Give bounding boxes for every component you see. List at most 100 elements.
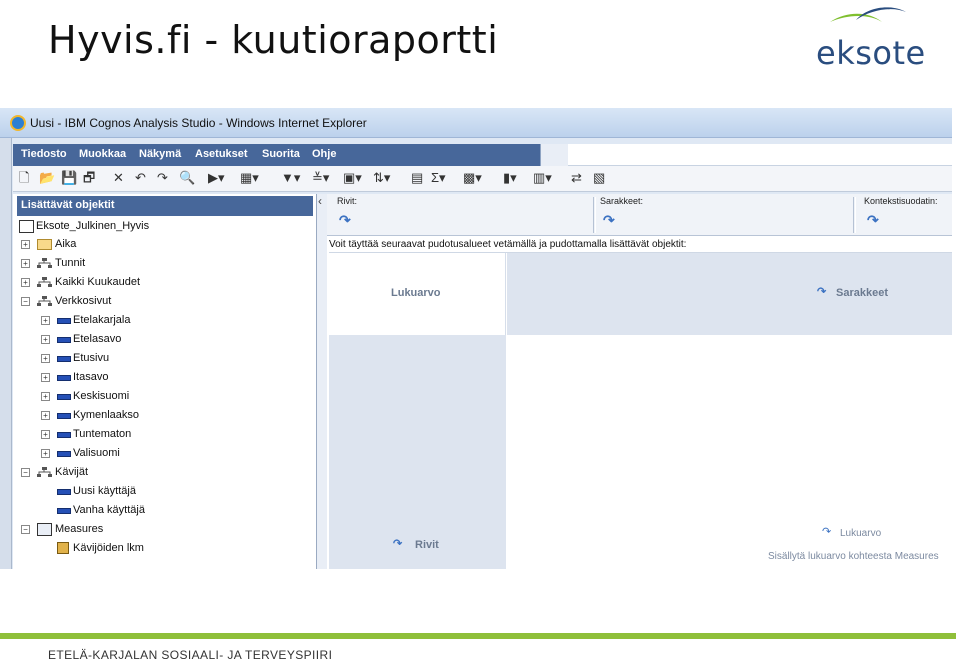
menu-ohje[interactable]: Ohje [312,148,336,160]
measure-drop-arrow-icon: ↷ [822,526,832,538]
level-icon [57,432,71,438]
expand-icon[interactable]: + [41,335,50,344]
footer-text: ETELÄ-KARJALAN SOSIAALI- JA TERVEYSPIIRI [48,648,333,660]
tree-label: Verkkosivut [55,295,112,307]
browser-window: Uusi - IBM Cognos Analysis Studio - Wind… [0,108,952,569]
sort-icon[interactable]: ⇅▾ [373,170,390,186]
open-folder-icon[interactable]: 📂 [39,170,55,186]
run-icon[interactable]: ▶▾ [208,170,225,186]
crosstab-body[interactable]: ↷ Lukuarvo Sisällytä lukuarvo kohteesta … [507,335,952,569]
menu-bar: Tiedosto Muokkaa Näkymä Asetukset Suorit… [13,144,540,166]
save-as-icon[interactable]: 🗗 [83,170,95,186]
tree-label: Vanha käyttäjä [73,504,145,516]
expand-icon[interactable]: + [41,354,50,363]
tree-label: Tuntematon [73,428,132,440]
bar-chart-icon[interactable]: ▥▾ [533,170,552,186]
folder-icon [37,239,52,250]
measure-drop-label: Lukuarvo [840,528,882,539]
undo-icon[interactable]: ↶ [135,170,146,186]
menu-suorita[interactable]: Suorita [262,148,300,160]
dropzone-separator [593,197,596,233]
expand-icon[interactable]: + [41,373,50,382]
expand-icon[interactable]: + [41,392,50,401]
work-area: Rivit: ↷ Sarakkeet: ↷ Kontekstisuodatin:… [327,194,952,569]
suppress-icon[interactable]: ≚▾ [312,170,329,186]
collapse-icon[interactable]: − [21,297,30,306]
columns-label: Sarakkeet [836,287,888,299]
cut-icon[interactable]: ✕ [113,170,124,186]
tree-label: Kävijöiden lkm [73,542,144,554]
window-title: Uusi - IBM Cognos Analysis Studio - Wind… [30,116,367,130]
layout-icon[interactable]: ▧ [593,170,605,186]
rows-dropzone-arrow-icon[interactable]: ↷ [339,212,351,229]
save-icon[interactable]: 💾 [61,170,77,186]
measure-drop-hint: Sisällytä lukuarvo kohteesta Measures [768,551,939,562]
rows-arrow-icon: ↷ [393,538,403,550]
hierarchy-icon [37,296,52,306]
level-icon [57,356,71,362]
window-left-edge [0,138,12,569]
context-filter-label: Kontekstisuodatin: [864,196,938,206]
find-icon[interactable]: 🔍 [179,170,195,186]
rows-label: Rivit [415,539,439,551]
measures-folder-icon [37,523,52,536]
level-icon [57,318,71,324]
menu-bar-divider [540,144,568,166]
menu-muokkaa[interactable]: Muokkaa [79,148,126,160]
new-icon[interactable]: 🗋 [19,170,29,186]
rows-drop-area[interactable]: ↷ Rivit [329,335,506,569]
tree-label: Kaikki Kuukaudet [55,276,140,288]
filter-icon[interactable]: ▼▾ [281,170,300,186]
swap-icon[interactable]: ⇄ [571,170,582,186]
tree-label: Etelakarjala [73,314,131,326]
level-icon [57,394,71,400]
member-icon [57,489,71,495]
cube-icon [19,220,34,233]
panel-splitter[interactable]: ‹ [317,194,327,569]
collapse-icon[interactable]: − [21,468,30,477]
footer-bar [0,633,956,639]
collapse-panel-icon[interactable]: ‹ [318,194,322,208]
hierarchy-icon [37,277,52,287]
slide-title: Hyvis.fi - kuutioraportti [48,18,499,62]
hierarchy-icon [37,258,52,268]
columns-dropzone-label: Sarakkeet: [600,196,644,206]
sum-icon[interactable]: Σ▾ [431,170,446,186]
calculate-icon[interactable]: ▤ [411,170,423,186]
collapse-icon[interactable]: − [21,525,30,534]
logo-text: eksote [816,34,926,72]
menu-asetukset[interactable]: Asetukset [195,148,248,160]
tree-label: Itasavo [73,371,109,383]
measure-cell[interactable]: Lukuarvo [329,253,506,335]
menu-bar-fill [568,144,952,166]
explore-icon[interactable]: ▣▾ [343,170,362,186]
expand-icon[interactable]: + [41,411,50,420]
tree-label: Kymenlaakso [73,409,140,421]
tree-label: Etusivu [73,352,110,364]
expand-icon[interactable]: + [41,430,50,439]
expand-icon[interactable]: + [21,278,30,287]
hierarchy-icon [37,467,52,477]
format-icon[interactable]: ▩▾ [463,170,482,186]
measure-icon [57,542,69,554]
chart-icon[interactable]: ▮▾ [503,170,517,186]
menu-tiedosto[interactable]: Tiedosto [21,148,67,160]
context-filter-arrow-icon[interactable]: ↷ [867,212,879,229]
expand-icon[interactable]: + [21,259,30,268]
expand-icon[interactable]: + [41,449,50,458]
insert-member-icon[interactable]: ▦▾ [240,170,259,186]
tree-label: Eksote_Julkinen_Hyvis [36,220,150,232]
tree-label: Measures [55,523,104,535]
panel-header: Lisättävät objektit [17,196,313,216]
internet-explorer-icon [10,115,26,131]
expand-icon[interactable]: + [21,240,30,249]
member-icon [57,508,71,514]
eksote-logo: eksote [808,0,934,72]
columns-arrow-icon: ↷ [817,286,827,298]
expand-icon[interactable]: + [41,316,50,325]
columns-drop-area[interactable]: ↷ Sarakkeet [507,253,952,335]
menu-nakyma[interactable]: Näkymä [139,148,181,160]
columns-dropzone-arrow-icon[interactable]: ↷ [603,212,615,229]
redo-icon[interactable]: ↷ [157,170,168,186]
tree-label: Keskisuomi [73,390,130,402]
